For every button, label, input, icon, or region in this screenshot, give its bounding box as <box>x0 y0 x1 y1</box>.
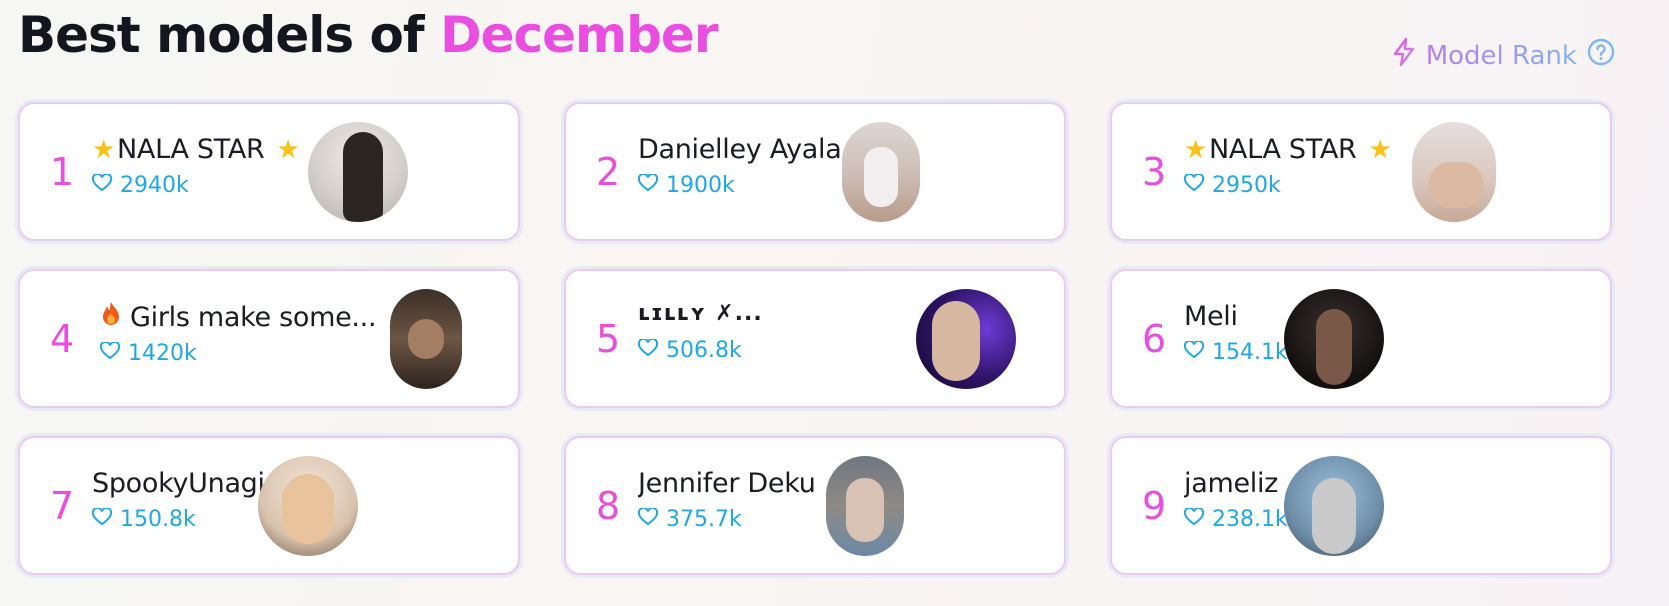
model-card[interactable]: 3 ★ NALA STAR ★ 2950k <box>1110 102 1612 241</box>
star-icon: ★ <box>1368 134 1392 165</box>
model-card[interactable]: 8 Jennifer Deku 375.7k <box>564 436 1066 575</box>
page-title-month: December <box>440 6 718 64</box>
help-circle-icon[interactable] <box>1587 38 1615 73</box>
heart-icon <box>91 506 113 532</box>
star-icon: ★ <box>1184 134 1208 165</box>
avatar[interactable] <box>308 122 408 222</box>
likes-value: 2950k <box>1212 173 1281 198</box>
avatar[interactable] <box>1284 456 1384 556</box>
model-name-text: ʟɪʟʟʏ ✗... <box>638 301 763 326</box>
model-name: Jennifer Deku <box>638 468 816 499</box>
likes-value: 1420k <box>128 341 197 366</box>
likes-count: 238.1k <box>1183 506 1288 532</box>
fire-icon <box>100 301 122 333</box>
heart-icon <box>637 172 659 198</box>
star-icon: ★ <box>92 134 116 165</box>
model-rank-link[interactable]: Model Rank <box>1392 37 1615 73</box>
rank-number: 5 <box>596 316 621 361</box>
model-name-text: NALA STAR <box>117 134 265 165</box>
model-info: ★ NALA STAR ★ 2940k <box>91 134 300 198</box>
models-grid: 1 ★ NALA STAR ★ 2940k 2 Danielley Ayala <box>18 102 1612 575</box>
avatar[interactable] <box>842 122 920 222</box>
model-card[interactable]: 4 Girls make some... 1420k <box>18 269 520 408</box>
model-name-text: Meli <box>1184 301 1238 332</box>
model-info: ʟɪʟʟʏ ✗... 506.8k <box>637 301 763 363</box>
model-name-text: NALA STAR <box>1209 134 1357 165</box>
model-name-text: Danielley Ayala <box>638 134 842 165</box>
model-name: ★ NALA STAR ★ <box>1184 134 1392 165</box>
model-name-text: Girls make some... <box>130 301 377 333</box>
model-name: SpookyUnagi <box>92 468 265 499</box>
model-name: Meli <box>1184 301 1288 332</box>
heart-icon <box>637 506 659 532</box>
likes-count: 2950k <box>1183 172 1391 198</box>
model-info: Meli 154.1k <box>1183 301 1288 365</box>
model-name: Danielley Ayala <box>638 134 841 165</box>
avatar[interactable] <box>826 456 904 556</box>
likes-value: 375.7k <box>666 507 742 532</box>
model-name-text: jameliz <box>1184 468 1279 499</box>
likes-count: 1900k <box>637 172 841 198</box>
heart-icon <box>1183 339 1205 365</box>
rank-number: 4 <box>50 316 75 361</box>
lightning-icon <box>1392 37 1416 73</box>
avatar[interactable] <box>258 456 358 556</box>
model-rank-label: Model Rank <box>1425 40 1577 71</box>
model-name-text: SpookyUnagi <box>92 468 265 499</box>
likes-count: 2940k <box>91 172 299 198</box>
rank-number: 6 <box>1142 316 1167 361</box>
model-card[interactable]: 5 ʟɪʟʟʏ ✗... 506.8k <box>564 269 1066 408</box>
page-title: Best models of December <box>18 6 719 64</box>
rank-number: 7 <box>50 483 75 528</box>
heart-icon <box>99 340 121 366</box>
likes-value: 506.8k <box>666 338 742 363</box>
likes-count: 154.1k <box>1183 339 1288 365</box>
model-info: SpookyUnagi 150.8k <box>91 468 265 532</box>
likes-value: 1900k <box>666 173 735 198</box>
likes-value: 2940k <box>120 173 189 198</box>
rank-number: 3 <box>1142 149 1167 194</box>
likes-value: 150.8k <box>120 507 196 532</box>
rank-number: 1 <box>50 149 75 194</box>
likes-count: 1420k <box>99 340 376 366</box>
model-card[interactable]: 6 Meli 154.1k <box>1110 269 1612 408</box>
model-card[interactable]: 9 jameliz 238.1k <box>1110 436 1612 575</box>
heart-icon <box>1183 506 1205 532</box>
model-card[interactable]: 1 ★ NALA STAR ★ 2940k <box>18 102 520 241</box>
model-name: ★ NALA STAR ★ <box>92 134 300 165</box>
avatar[interactable] <box>916 289 1016 389</box>
model-info: Danielley Ayala 1900k <box>637 134 841 198</box>
model-info: Girls make some... 1420k <box>99 301 376 366</box>
heart-icon <box>637 337 659 363</box>
model-name-text: Jennifer Deku <box>638 468 816 499</box>
page-title-prefix: Best models of <box>18 6 425 64</box>
model-name: jameliz <box>1184 468 1288 499</box>
model-info: Jennifer Deku 375.7k <box>637 468 816 532</box>
likes-value: 154.1k <box>1212 340 1288 365</box>
star-icon: ★ <box>276 134 300 165</box>
rank-number: 9 <box>1142 483 1167 528</box>
model-name: ʟɪʟʟʏ ✗... <box>638 301 763 326</box>
model-info: jameliz 238.1k <box>1183 468 1288 532</box>
avatar[interactable] <box>390 289 462 389</box>
avatar[interactable] <box>1412 122 1496 222</box>
heart-icon <box>91 172 113 198</box>
model-card[interactable]: 2 Danielley Ayala 1900k <box>564 102 1066 241</box>
avatar[interactable] <box>1284 289 1384 389</box>
likes-value: 238.1k <box>1212 507 1288 532</box>
likes-count: 150.8k <box>91 506 265 532</box>
model-card[interactable]: 7 SpookyUnagi 150.8k <box>18 436 520 575</box>
likes-count: 506.8k <box>637 337 763 363</box>
rank-number: 2 <box>596 149 621 194</box>
heart-icon <box>1183 172 1205 198</box>
model-info: ★ NALA STAR ★ 2950k <box>1183 134 1392 198</box>
rank-number: 8 <box>596 483 621 528</box>
model-name: Girls make some... <box>100 301 376 333</box>
likes-count: 375.7k <box>637 506 816 532</box>
